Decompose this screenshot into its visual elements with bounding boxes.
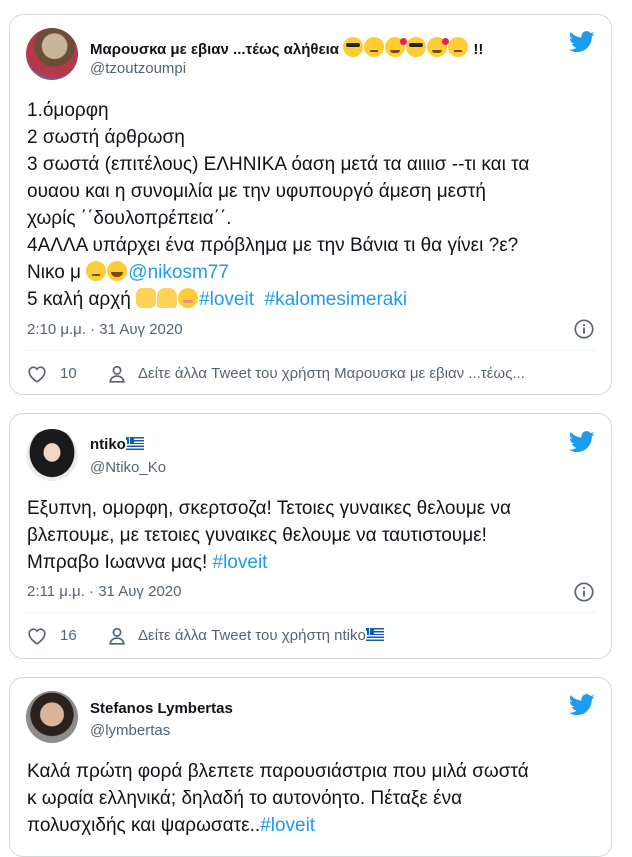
twitter-bird-icon[interactable] (569, 694, 595, 716)
tweet-card[interactable]: Μαρουσκα με εβιαν ...τέως αλήθεια !! @tz… (9, 14, 612, 395)
folded-hands-emoji-icon (157, 288, 178, 308)
eye-roll-emoji-icon (448, 37, 469, 57)
twitter-bird-icon[interactable] (569, 31, 595, 53)
name-emojis (343, 37, 473, 58)
tweet-timestamp[interactable]: 2:11 μ.μ. · 31 Αυγ 2020 (27, 583, 181, 600)
tweet-actions: 10 Δείτε άλλα Tweet του χρήστη Μαρουσκα … (26, 362, 595, 386)
divider (26, 350, 595, 351)
more-tweets-link[interactable]: Δείτε άλλα Tweet του χρήστη ntiko (138, 627, 384, 644)
hashtag-link[interactable]: #loveit (199, 289, 254, 310)
more-tweets-link[interactable]: Δείτε άλλα Tweet του χρήστη Μαρουσκα με … (138, 365, 525, 382)
tears-of-joy-emoji-icon (107, 261, 128, 281)
greek-flag-icon (125, 437, 144, 450)
display-name[interactable]: Stefanos Lymbertas (90, 700, 233, 717)
person-icon (109, 365, 125, 383)
smiling-face-hearts-emoji-icon (385, 37, 408, 57)
tweet-card[interactable]: Stefanos Lymbertas @lymbertas Καλά πρώτη… (9, 677, 612, 857)
smiling-face-hearts-emoji-icon (427, 37, 450, 57)
like-count[interactable]: 16 (60, 627, 77, 644)
hashtag-link[interactable]: #kalomesimeraki (265, 289, 408, 310)
avatar[interactable] (26, 28, 78, 80)
tweet-actions: 16 Δείτε άλλα Tweet του χρήστη ntiko (26, 624, 595, 648)
tweet-text: Εξυπνη, ομορφη, σκερτσοζα! Τετοιες γυναι… (27, 498, 512, 573)
info-icon[interactable] (573, 318, 595, 340)
like-count[interactable]: 10 (60, 365, 77, 382)
mention-link[interactable]: @nikosm77 (128, 262, 229, 283)
avatar[interactable] (26, 429, 78, 481)
heart-icon[interactable] (26, 363, 48, 385)
hashtag-link[interactable]: #loveit (260, 815, 315, 836)
heart-icon[interactable] (26, 625, 48, 647)
greek-flag-icon (365, 628, 384, 641)
tweet-card[interactable]: ntiko @Ntiko_Ko Εξυπνη, ομορφη, σκερτσοζ… (9, 413, 612, 659)
eye-roll-emoji-icon (364, 37, 385, 57)
user-handle[interactable]: @Ntiko_Ko (90, 459, 166, 476)
tweet-text: 1.όμορφη 2 σωστή άρθρωση 3 σωστά (επιτέλ… (27, 100, 530, 310)
hashtag-link[interactable]: #loveit (213, 552, 268, 573)
person-icon (109, 627, 125, 645)
avatar[interactable] (26, 691, 78, 743)
sunglasses-emoji-icon (343, 37, 364, 57)
user-handle[interactable]: @tzoutzoumpi (90, 60, 186, 77)
smiling-face-emoji-icon (178, 288, 199, 308)
sunglasses-emoji-icon (406, 37, 427, 57)
display-name[interactable]: ntiko (90, 436, 144, 453)
user-handle[interactable]: @lymbertas (90, 722, 170, 739)
display-name[interactable]: Μαρουσκα με εβιαν ...τέως αλήθεια !! (90, 37, 483, 58)
info-icon[interactable] (573, 581, 595, 603)
twitter-bird-icon[interactable] (569, 431, 595, 453)
clapping-hands-emoji-icon (136, 288, 157, 308)
tweet-text: Καλά πρώτη φορά βλεπετε παρουσιάστρια πο… (27, 761, 529, 836)
eye-roll-emoji-icon (86, 261, 107, 281)
tweet-timestamp[interactable]: 2:10 μ.μ. · 31 Αυγ 2020 (27, 321, 183, 338)
divider (26, 612, 595, 613)
